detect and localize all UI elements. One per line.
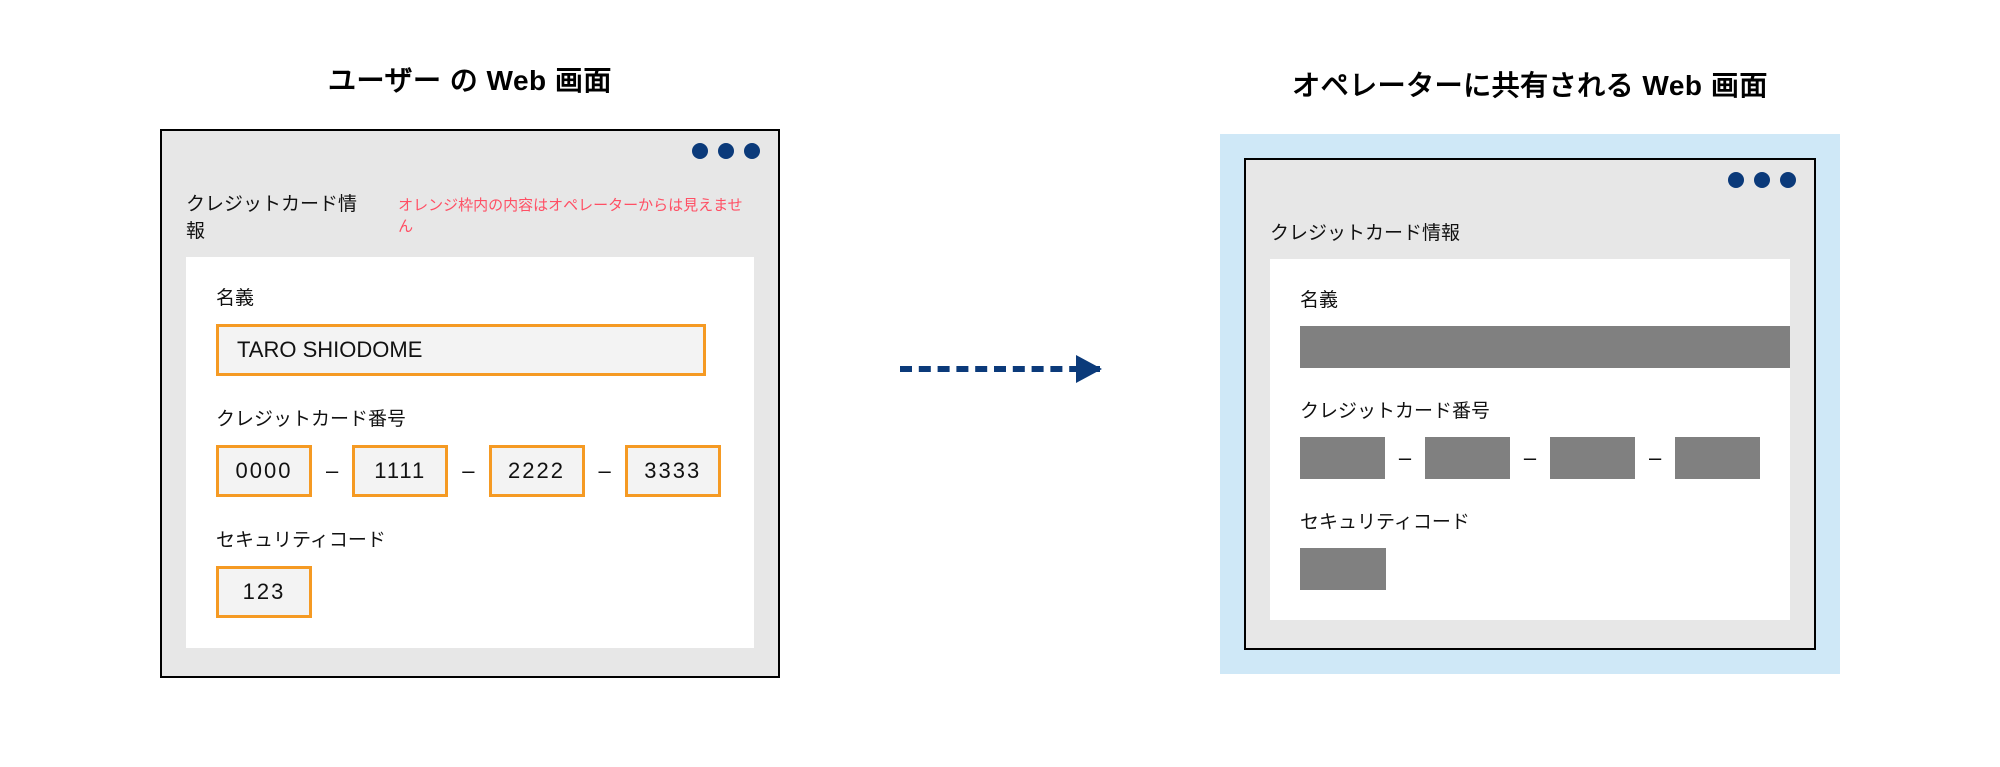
cc-segment-input[interactable]: 1111 — [352, 445, 448, 497]
cc-segment-input[interactable]: 2222 — [489, 445, 585, 497]
user-panel-title: ユーザー の Web 画面 — [328, 59, 612, 99]
cc-field-block: クレジットカード番号 0000 – 1111 – 2222 – 3333 — [216, 404, 724, 497]
cc-dash: – — [599, 458, 611, 484]
operator-window-body: クレジットカード情報 名義 クレジットカード番号 – — [1246, 200, 1814, 648]
cc-segments-row: – – – — [1300, 437, 1760, 479]
window-dot-icon — [744, 143, 760, 159]
cc-dash: – — [1649, 445, 1661, 471]
security-code-input[interactable]: 123 — [216, 566, 312, 618]
user-window-body: クレジットカード情報 オレンジ枠内の内容はオペレーターからは見えません 名義 T… — [162, 171, 778, 676]
operator-window-titlebar — [1246, 160, 1814, 200]
masked-value-bar — [1675, 437, 1760, 479]
user-panel-column: ユーザー の Web 画面 クレジットカード情報 オレンジ枠内の内容はオペレータ… — [160, 59, 780, 678]
operator-browser-window: クレジットカード情報 名義 クレジットカード番号 – — [1244, 158, 1816, 650]
diagram-canvas: ユーザー の Web 画面 クレジットカード情報 オレンジ枠内の内容はオペレータ… — [0, 0, 2000, 767]
security-label: セキュリティコード — [1300, 507, 1760, 534]
security-field-block: セキュリティコード 123 — [216, 525, 724, 618]
security-label: セキュリティコード — [216, 525, 724, 552]
cc-segment-input[interactable]: 3333 — [625, 445, 721, 497]
name-label: 名義 — [216, 283, 724, 310]
cc-field-block: クレジットカード番号 – – – — [1300, 396, 1760, 479]
privacy-note: オレンジ枠内の内容はオペレーターからは見えません — [398, 194, 754, 236]
operator-header-row: クレジットカード情報 — [1270, 218, 1790, 245]
masked-value-bar — [1550, 437, 1635, 479]
cc-label: クレジットカード番号 — [1300, 396, 1760, 423]
window-dot-icon — [1780, 172, 1796, 188]
credit-card-heading: クレジットカード情報 — [186, 189, 374, 243]
window-dot-icon — [718, 143, 734, 159]
name-label: 名義 — [1300, 285, 1760, 312]
user-form-card: 名義 TARO SHIODOME クレジットカード番号 0000 – 1111 … — [186, 257, 754, 648]
operator-form-card: 名義 クレジットカード番号 – – – — [1270, 259, 1790, 620]
operator-outer-frame: クレジットカード情報 名義 クレジットカード番号 – — [1220, 134, 1840, 674]
cc-dash: – — [1399, 445, 1411, 471]
cc-dash: – — [326, 458, 338, 484]
name-field-block: 名義 — [1300, 285, 1760, 368]
security-field-block: セキュリティコード — [1300, 507, 1760, 590]
window-dot-icon — [692, 143, 708, 159]
name-field-block: 名義 TARO SHIODOME — [216, 283, 724, 376]
window-dot-icon — [1728, 172, 1744, 188]
masked-value-bar — [1300, 326, 1790, 368]
share-arrow-icon — [900, 366, 1100, 372]
operator-panel-title: オペレーターに共有される Web 画面 — [1292, 64, 1768, 104]
share-arrow-wrap — [900, 69, 1100, 669]
cc-label: クレジットカード番号 — [216, 404, 724, 431]
cc-segments-row: 0000 – 1111 – 2222 – 3333 — [216, 445, 724, 497]
masked-value-bar — [1300, 548, 1386, 590]
operator-panel-column: オペレーターに共有される Web 画面 クレジットカード情報 名義 — [1220, 64, 1840, 674]
cc-segment-input[interactable]: 0000 — [216, 445, 312, 497]
masked-value-bar — [1425, 437, 1510, 479]
cc-dash: – — [462, 458, 474, 484]
window-dot-icon — [1754, 172, 1770, 188]
credit-card-heading: クレジットカード情報 — [1270, 218, 1460, 245]
cc-dash: – — [1524, 445, 1536, 471]
user-window-titlebar — [162, 131, 778, 171]
masked-value-bar — [1300, 437, 1385, 479]
name-input[interactable]: TARO SHIODOME — [216, 324, 706, 376]
user-browser-window: クレジットカード情報 オレンジ枠内の内容はオペレーターからは見えません 名義 T… — [160, 129, 780, 678]
user-header-row: クレジットカード情報 オレンジ枠内の内容はオペレーターからは見えません — [186, 189, 754, 243]
